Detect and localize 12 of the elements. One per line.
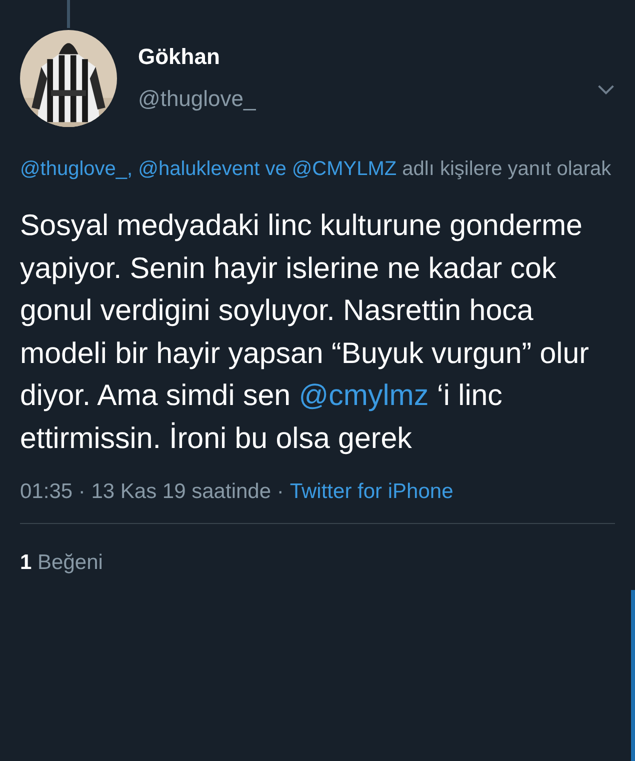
mention-link[interactable]: @cmylmz <box>298 379 429 412</box>
caret-icon[interactable] <box>597 84 615 95</box>
tweet-text: Sosyal medyadaki linc kulturune gonderme yapiyor. Senin hayir islerine ne kadar cok gonul verdigini soyluyor. Nasrettin hoca modeli bir hayir yapsan “Buyuk vurgun” olur diyor. Ama simdi sen @cmylmz ‘i linc ettirmissin. İroni bu olsa gerek <box>20 208 590 456</box>
scrollbar[interactable] <box>631 590 635 761</box>
like-count[interactable]: 1 Beğeni <box>20 551 615 575</box>
thread-line <box>67 0 70 28</box>
author-name[interactable]: Gökhan <box>138 44 256 70</box>
author-handle[interactable]: @thuglove_ <box>138 86 256 112</box>
source-link[interactable]: Twitter for iPhone <box>290 480 454 504</box>
mention-link[interactable]: @thuglove_, @haluklevent ve @CMYLMZ <box>20 158 397 180</box>
tweet-timestamp: 01:35 · 13 Kas 19 saatinde · <box>20 480 284 504</box>
reply-context: @thuglove_, @haluklevent ve @CMYLMZ adlı kişilere yanıt olarak <box>20 157 612 182</box>
